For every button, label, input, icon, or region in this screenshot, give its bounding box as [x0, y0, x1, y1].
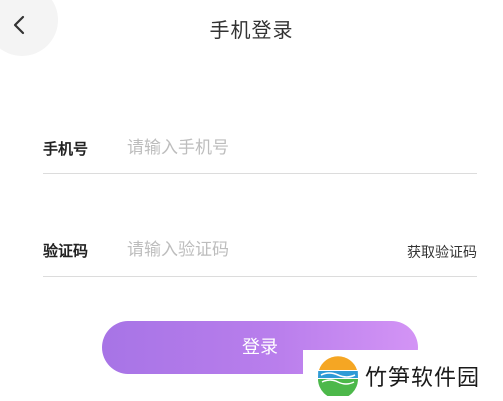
- watermark-logo-icon: [318, 355, 358, 396]
- phone-field-row: 手机号: [43, 130, 477, 170]
- watermark-text: 竹笋软件园: [365, 366, 481, 391]
- code-label: 验证码: [43, 242, 89, 260]
- watermark: 竹笋软件园: [303, 350, 503, 401]
- code-divider: [43, 276, 477, 277]
- get-code-button[interactable]: 获取验证码: [407, 242, 477, 262]
- phone-input[interactable]: [127, 134, 377, 162]
- login-page: 手机登录 手机号 验证码 获取验证码 登录 竹笋软件园: [0, 0, 503, 401]
- page-title: 手机登录: [209, 18, 294, 42]
- phone-divider: [43, 173, 477, 174]
- code-input[interactable]: [127, 236, 377, 264]
- code-field-row: 验证码 获取验证码: [43, 232, 477, 272]
- phone-label: 手机号: [43, 140, 89, 158]
